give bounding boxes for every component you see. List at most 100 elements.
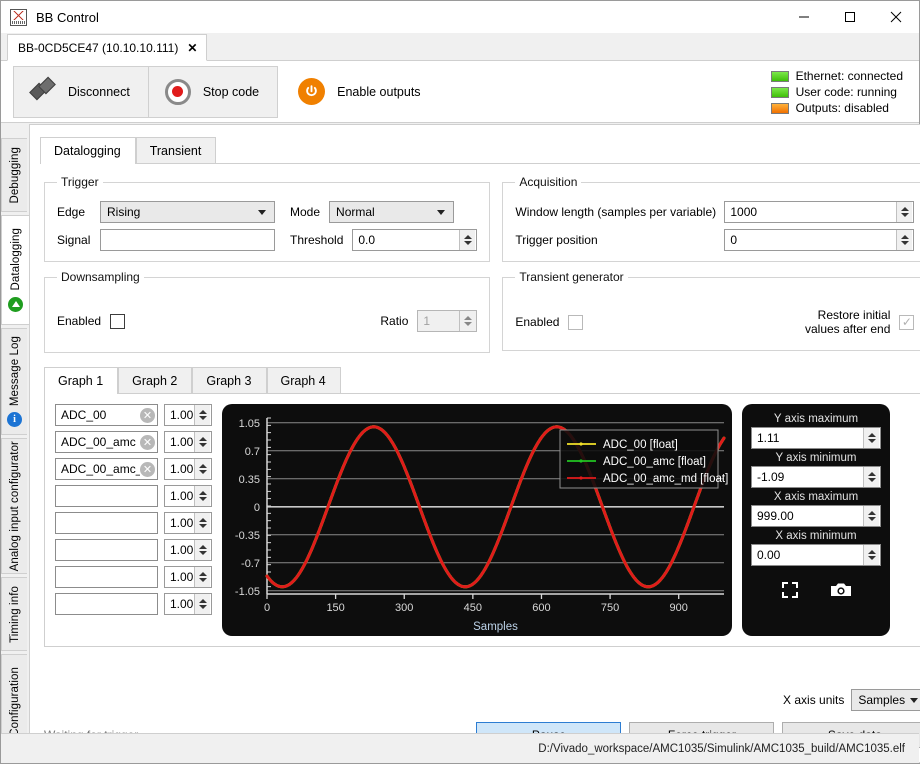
- variable-input-5[interactable]: [55, 512, 158, 534]
- chevron-up-icon[interactable]: [198, 599, 207, 603]
- stepper-buttons[interactable]: [896, 230, 913, 250]
- chevron-up-icon[interactable]: [867, 511, 876, 515]
- stop-code-button[interactable]: Stop code: [147, 66, 278, 117]
- chevron-down-icon[interactable]: [900, 213, 909, 217]
- scale-stepper-3[interactable]: 1.00: [164, 458, 212, 480]
- tab-graph-4[interactable]: Graph 4: [266, 367, 341, 394]
- scale-stepper-2[interactable]: 1.00: [164, 431, 212, 453]
- chevron-up-icon[interactable]: [867, 433, 876, 437]
- signal-input[interactable]: [100, 229, 275, 251]
- chevron-up-icon[interactable]: [198, 437, 207, 441]
- stepper-buttons[interactable]: [459, 311, 476, 331]
- chevron-down-icon[interactable]: [463, 322, 472, 326]
- y-min-stepper[interactable]: -1.09: [751, 466, 881, 488]
- clear-icon[interactable]: ✕: [140, 407, 155, 423]
- chevron-down-icon[interactable]: [867, 556, 876, 560]
- variable-input-8[interactable]: [55, 593, 158, 615]
- chevron-down-icon[interactable]: [867, 439, 876, 443]
- clear-icon[interactable]: ✕: [140, 434, 155, 450]
- fullscreen-icon[interactable]: [780, 580, 800, 603]
- chevron-down-icon[interactable]: [198, 497, 207, 501]
- chevron-up-icon[interactable]: [900, 235, 909, 239]
- transient-enabled-checkbox[interactable]: [568, 314, 584, 330]
- stepper-buttons[interactable]: [194, 540, 210, 560]
- chart-plot[interactable]: 1.05 0.7 0.35 0 -0.35 -0.7 -1.05 0 150 300 450 600 7…: [222, 404, 732, 636]
- chevron-up-icon[interactable]: [198, 491, 207, 495]
- tab-transient[interactable]: Transient: [135, 137, 217, 164]
- scale-stepper-1[interactable]: 1.00: [164, 404, 212, 426]
- chevron-down-icon[interactable]: [198, 578, 207, 582]
- variable-input-7[interactable]: [55, 566, 158, 588]
- stepper-buttons[interactable]: [896, 202, 913, 222]
- y-max-stepper[interactable]: 1.11: [751, 427, 881, 449]
- stepper-buttons[interactable]: [459, 230, 476, 250]
- downsampling-enabled-checkbox[interactable]: [110, 313, 126, 329]
- stepper-buttons[interactable]: [194, 567, 210, 587]
- tab-graph-2[interactable]: Graph 2: [118, 367, 193, 394]
- variable-input-6[interactable]: [55, 539, 158, 561]
- sidebar-item-datalogging[interactable]: Datalogging: [1, 215, 29, 325]
- sidebar-item-debugging[interactable]: Debugging: [1, 138, 27, 212]
- camera-icon[interactable]: [830, 581, 852, 602]
- trigger-position-stepper[interactable]: 0: [724, 229, 915, 251]
- chevron-down-icon[interactable]: [198, 416, 207, 420]
- chevron-down-icon[interactable]: [867, 478, 876, 482]
- connection-tab[interactable]: BB-0CD5CE47 (10.10.10.111) ✕: [7, 34, 208, 61]
- chevron-up-icon[interactable]: [198, 518, 207, 522]
- clear-icon[interactable]: ✕: [140, 461, 155, 477]
- scale-stepper-6[interactable]: 1.00: [164, 539, 212, 561]
- stepper-buttons[interactable]: [863, 467, 879, 487]
- chevron-down-icon[interactable]: [867, 517, 876, 521]
- stepper-buttons[interactable]: [194, 594, 210, 614]
- tab-graph-1[interactable]: Graph 1: [44, 367, 119, 394]
- chevron-down-icon[interactable]: [900, 241, 909, 245]
- scale-stepper-5[interactable]: 1.00: [164, 512, 212, 534]
- stepper-buttons[interactable]: [863, 545, 879, 565]
- sidebar-item-timing-info[interactable]: Timing info: [1, 577, 27, 651]
- close-icon[interactable]: [873, 1, 919, 33]
- chevron-down-icon[interactable]: [198, 470, 207, 474]
- scale-stepper-8[interactable]: 1.00: [164, 593, 212, 615]
- stepper-buttons[interactable]: [863, 428, 879, 448]
- window-length-stepper[interactable]: 1000: [724, 201, 915, 223]
- chevron-down-icon[interactable]: [198, 443, 207, 447]
- minimize-icon[interactable]: [781, 1, 827, 33]
- chevron-up-icon[interactable]: [198, 545, 207, 549]
- chevron-up-icon[interactable]: [900, 207, 909, 211]
- close-icon[interactable]: ✕: [187, 42, 197, 54]
- chevron-down-icon[interactable]: [198, 605, 207, 609]
- x-max-stepper[interactable]: 999.00: [751, 505, 881, 527]
- enable-outputs-button[interactable]: Enable outputs: [284, 65, 435, 118]
- tab-datalogging[interactable]: Datalogging: [40, 137, 136, 164]
- stepper-buttons[interactable]: [194, 432, 210, 452]
- chevron-down-icon[interactable]: [463, 241, 472, 245]
- chevron-up-icon[interactable]: [198, 464, 207, 468]
- variable-input-1[interactable]: ADC_00 ✕: [55, 404, 158, 426]
- restore-initial-checkbox[interactable]: [899, 314, 915, 330]
- chevron-up-icon[interactable]: [463, 316, 472, 320]
- chevron-down-icon[interactable]: [198, 551, 207, 555]
- chevron-up-icon[interactable]: [867, 550, 876, 554]
- threshold-stepper[interactable]: 0.0: [352, 229, 478, 251]
- sidebar-item-analog-input-configurator[interactable]: Analog input configurator: [1, 438, 27, 574]
- stepper-buttons[interactable]: [863, 506, 879, 526]
- stepper-buttons[interactable]: [194, 405, 210, 425]
- chevron-up-icon[interactable]: [463, 235, 472, 239]
- stepper-buttons[interactable]: [194, 459, 210, 479]
- disconnect-button[interactable]: Disconnect: [14, 66, 148, 117]
- tab-graph-3[interactable]: Graph 3: [192, 367, 267, 394]
- maximize-icon[interactable]: [827, 1, 873, 33]
- ratio-stepper[interactable]: 1: [417, 310, 478, 332]
- x-axis-units-select[interactable]: Samples: [851, 689, 920, 711]
- sidebar-item-message-log[interactable]: i Message Log: [1, 328, 27, 435]
- chevron-up-icon[interactable]: [867, 472, 876, 476]
- scale-stepper-7[interactable]: 1.00: [164, 566, 212, 588]
- variable-input-4[interactable]: [55, 485, 158, 507]
- mode-select[interactable]: Normal: [329, 201, 455, 223]
- edge-select[interactable]: Rising: [100, 201, 275, 223]
- variable-input-3[interactable]: ADC_00_amc_md ✕: [55, 458, 158, 480]
- chevron-up-icon[interactable]: [198, 410, 207, 414]
- chevron-down-icon[interactable]: [198, 524, 207, 528]
- chevron-up-icon[interactable]: [198, 572, 207, 576]
- stepper-buttons[interactable]: [194, 486, 210, 506]
